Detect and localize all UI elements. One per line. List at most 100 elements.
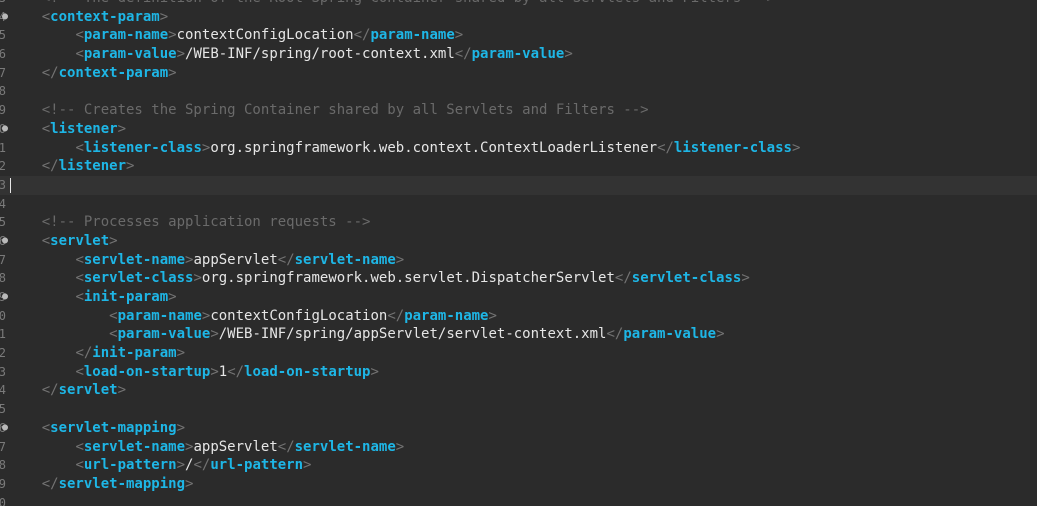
code-line[interactable]: 7 <servlet-name>appServlet</servlet-name… [0, 251, 1037, 270]
xml-tag-name: servlet-class [631, 270, 742, 287]
line-number: 5 [0, 215, 6, 230]
xml-bracket: > [117, 120, 127, 137]
code-content: </servlet-mapping> [8, 475, 194, 494]
xml-tag-name: listener [50, 120, 118, 137]
xml-text: appServlet [193, 438, 278, 455]
code-content: <param-name>contextConfigLocation</param… [8, 307, 497, 326]
code-content: <load-on-startup>1</load-on-startup> [8, 363, 379, 382]
xml-bracket: < [75, 27, 84, 44]
line-number: 9 [0, 476, 6, 491]
code-line[interactable]: 4 ● <context-param> [0, 8, 1037, 27]
line-gutter: 0 [0, 307, 8, 326]
xml-tag-name: servlet-class [83, 270, 194, 287]
xml-bracket: < [75, 251, 84, 268]
code-line[interactable]: 7 <servlet-name>appServlet</servlet-name… [0, 438, 1037, 457]
line-number: 6 [0, 47, 6, 62]
line-gutter: 1 [0, 325, 8, 344]
code-line[interactable]: 5 <!-- Processes application requests --… [0, 213, 1037, 232]
line-number: 5 [0, 402, 6, 417]
xml-bracket: < [75, 289, 84, 305]
line-number: 8 [0, 271, 6, 286]
xml-tag-name: context-param [58, 64, 169, 81]
code-line[interactable]: 1 <listener-class>org.springframework.we… [0, 139, 1037, 158]
xml-tag-name: listener [58, 158, 127, 175]
xml-bracket: > [716, 326, 725, 343]
code-line[interactable]: 3 [0, 175, 1037, 195]
code-line[interactable]: 2 </listener> [0, 157, 1037, 176]
code-line[interactable]: 9 ● <init-param> [0, 288, 1037, 307]
xml-bracket: < [75, 46, 84, 63]
line-gutter: 2 [0, 157, 8, 176]
line-gutter: 7 [0, 251, 8, 270]
code-line[interactable]: 6 ● <servlet-mapping> [0, 419, 1037, 438]
code-line[interactable]: 1 <param-value>/WEB-INF/spring/appServle… [0, 325, 1037, 344]
code-line[interactable]: 8 <servlet-class>org.springframework.web… [0, 269, 1037, 288]
xml-bracket: </ [41, 475, 59, 492]
code-line[interactable]: 5 [0, 400, 1037, 419]
code-line[interactable]: 4 [0, 195, 1037, 214]
xml-bracket: > [791, 139, 801, 156]
xml-tag-name: servlet [50, 232, 110, 249]
code-line[interactable]: 0 [0, 494, 1037, 506]
xml-bracket: </ [41, 158, 59, 175]
spellcheck-word: Servlets [446, 102, 514, 119]
xml-bracket: > [159, 8, 169, 25]
line-number: 1 [0, 140, 6, 155]
code-line[interactable]: 7 </context-param> [0, 64, 1037, 83]
code-line[interactable]: 2 </init-param> [0, 344, 1037, 363]
code-content: <param-value>/WEB-INF/spring/appServlet/… [8, 325, 725, 344]
line-gutter: 9 [0, 475, 8, 494]
code-line[interactable]: 4 </servlet> [0, 381, 1037, 400]
code-line[interactable]: 9 </servlet-mapping> [0, 475, 1037, 494]
line-gutter: 7 [0, 438, 8, 457]
code-line[interactable]: 5 <param-name>contextConfigLocation</par… [0, 26, 1037, 45]
code-line[interactable]: 3 <load-on-startup>1</load-on-startup> [0, 363, 1037, 382]
code-lines: 3 <!-- The definition of the Root Spring… [0, 0, 1037, 506]
xml-bracket: > [126, 158, 135, 175]
xml-text: 1 [218, 363, 228, 380]
xml-bracket: > [370, 363, 379, 380]
xml-tag-name: param-value [83, 46, 177, 63]
line-number: 8 [0, 458, 6, 473]
xml-bracket: </ [606, 326, 624, 343]
line-gutter: 4 [0, 381, 8, 400]
xml-bracket: > [395, 251, 405, 268]
xml-bracket: > [488, 307, 497, 324]
code-content: <servlet> [8, 232, 118, 251]
code-line[interactable]: 8 <url-pattern>/</url-pattern> [0, 456, 1037, 475]
code-line[interactable]: 9 <!-- Creates the Spring Container shar… [0, 101, 1037, 120]
line-gutter: 5 [0, 26, 8, 45]
code-line[interactable]: 3 <!-- The definition of the Root Spring… [0, 0, 1037, 8]
xml-tag-name: servlet-name [294, 438, 396, 455]
code-content: </listener> [8, 157, 135, 176]
line-number: 7 [0, 252, 6, 267]
xml-bracket: > [395, 438, 405, 455]
xml-comment: <!-- Creates the Spring Container shared… [41, 102, 447, 119]
xml-bracket: > [176, 345, 186, 362]
xml-bracket: < [75, 457, 84, 474]
xml-tag-name: param-value [471, 46, 565, 63]
code-content: <servlet-name>appServlet</servlet-name> [8, 438, 404, 457]
code-line[interactable]: 6 <param-value>/WEB-INF/spring/root-cont… [0, 45, 1037, 64]
line-gutter: 6 ● [0, 419, 8, 438]
code-editor[interactable]: 3 <!-- The definition of the Root Spring… [0, 0, 1037, 506]
code-line[interactable]: 0 <param-name>contextConfigLocation</par… [0, 307, 1037, 326]
code-line[interactable]: 8 [0, 82, 1037, 101]
xml-bracket: > [564, 46, 573, 63]
xml-bracket: > [454, 27, 464, 44]
code-content: <url-pattern>/</url-pattern> [8, 456, 311, 475]
code-line[interactable]: 6 ● <servlet> [0, 232, 1037, 251]
line-gutter: 9 ● [0, 288, 8, 307]
line-number: 3 [0, 177, 6, 192]
xml-bracket: < [41, 419, 51, 436]
code-line[interactable]: 0 ● <listener> [0, 120, 1037, 139]
